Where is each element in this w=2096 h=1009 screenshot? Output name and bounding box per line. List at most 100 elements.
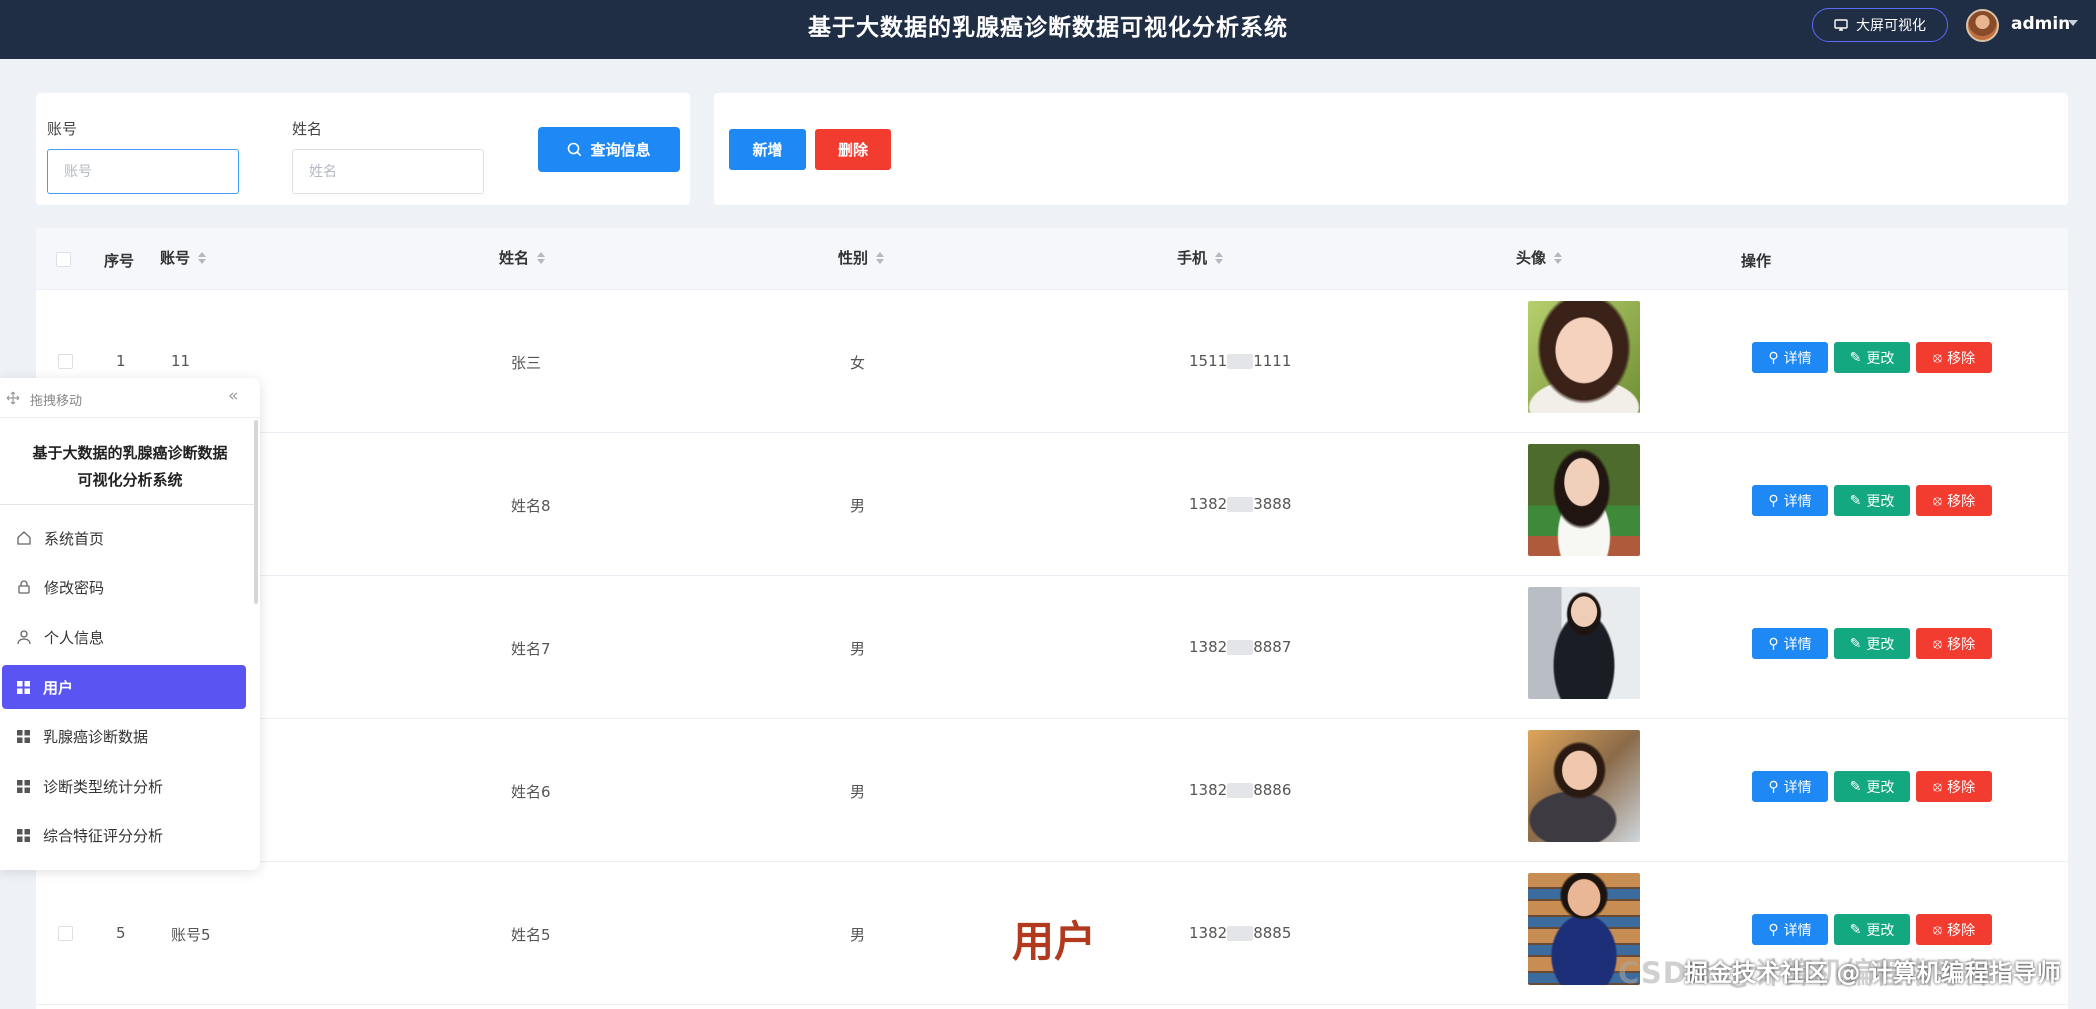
search-icon [568,142,582,157]
circle-close-icon: ⦻ [1932,635,1943,652]
menu-item-feature-score-analysis[interactable]: 综合特征评分分析 [2,813,246,857]
bigscreen-label: 大屏可视化 [1856,18,1926,34]
row-account: 账号5 [171,926,211,944]
add-button[interactable]: 新增 [729,129,806,170]
grid-icon [17,828,30,842]
row-index: 1 [116,352,126,370]
user-photo [1528,444,1640,556]
edit-button[interactable]: ✎ 更改 [1834,342,1910,373]
grid-icon [17,680,30,694]
remove-button[interactable]: ⦻ 移除 [1916,485,1992,516]
row-divider [36,432,2068,433]
query-label: 查询信息 [590,141,651,159]
remove-button[interactable]: ⦻ 移除 [1916,628,1992,659]
grid-icon [17,729,30,743]
detail-button[interactable]: ⚲ 详情 [1752,485,1828,516]
column-header-name[interactable]: 姓名 [499,247,546,268]
action-panel [714,93,2068,205]
menu-title: 基于大数据的乳腺癌诊断数据 可视化分析系统 [32,444,228,489]
home-icon [17,531,31,545]
avatar[interactable] [1966,9,1999,42]
sort-icon[interactable] [1554,251,1563,264]
video-caption: 用户 [1012,917,1097,966]
search-icon: ⚲ [1768,492,1779,509]
name-label: 姓名 [292,120,323,138]
detail-button[interactable]: ⚲ 详情 [1752,628,1828,659]
user-photo [1528,730,1640,842]
row-gender: 男 [850,783,866,801]
column-header-account[interactable]: 账号 [160,247,207,268]
menu-item-diagnosis-data[interactable]: 乳腺癌诊断数据 [2,714,246,758]
row-checkbox[interactable] [58,926,73,941]
row-phone: 1382 8885 [1189,924,1292,942]
column-header-avatar[interactable]: 头像 [1516,247,1563,268]
move-icon[interactable] [6,391,20,405]
row-gender: 男 [850,497,866,515]
system-title: 基于大数据的乳腺癌诊断数据可视化分析系统 [808,15,1288,41]
delete-button[interactable]: 删除 [815,129,891,170]
edit-button[interactable]: ✎ 更改 [1834,771,1910,802]
user-photo [1528,301,1640,413]
search-icon: ⚲ [1768,635,1779,652]
circle-close-icon: ⦻ [1932,349,1943,366]
select-all-checkbox[interactable] [56,252,71,267]
column-header-gender[interactable]: 性别 [838,247,885,268]
bigscreen-button[interactable]: 大屏可视化 [1812,8,1948,42]
sort-icon[interactable] [537,251,546,264]
account-input[interactable] [47,149,239,194]
pencil-icon: ✎ [1849,635,1862,652]
collapse-icon[interactable]: « [228,386,238,406]
username-label[interactable]: admin [2011,14,2070,34]
drag-label: 拖拽移动 [30,394,83,409]
row-phone: 1511 1111 [1189,352,1292,370]
menu-item-diagnosis-type-stats[interactable]: 诊断类型统计分析 [2,764,246,808]
circle-close-icon: ⦻ [1932,492,1943,509]
row-name: 姓名5 [511,926,551,944]
sort-icon[interactable] [198,251,207,264]
row-gender: 男 [850,640,866,658]
user-photo [1528,587,1640,699]
sort-icon[interactable] [1215,251,1224,264]
edit-button[interactable]: ✎ 更改 [1834,914,1910,945]
caret-down-icon[interactable] [2068,20,2078,26]
search-icon: ⚲ [1768,778,1779,795]
row-checkbox[interactable] [58,354,73,369]
sort-icon[interactable] [876,251,885,264]
menu-item-profile[interactable]: 个人信息 [2,615,246,659]
row-name: 张三 [511,354,542,372]
lock-icon [18,580,30,594]
menu-item-home[interactable]: 系统首页 [2,516,246,560]
detail-button[interactable]: ⚲ 详情 [1752,914,1828,945]
menu-item-change-password[interactable]: 修改密码 [2,565,246,609]
monitor-icon [1834,19,1848,31]
row-divider [36,718,2068,719]
watermark-front: 掘金技术社区 @ 计算机编程指导师 [1684,959,2061,987]
edit-button[interactable]: ✎ 更改 [1834,628,1910,659]
row-name: 姓名6 [511,783,551,801]
menu-divider [0,504,256,505]
edit-button[interactable]: ✎ 更改 [1834,485,1910,516]
column-header-index: 序号 [104,252,135,270]
row-divider [36,575,2068,576]
pencil-icon: ✎ [1849,492,1862,509]
menu-scrollbar[interactable] [254,420,258,604]
row-phone: 1382 8887 [1189,638,1292,656]
detail-button[interactable]: ⚲ 详情 [1752,342,1828,373]
search-icon: ⚲ [1768,349,1779,366]
column-header-phone[interactable]: 手机 [1177,247,1224,268]
menu-item-users[interactable]: 用户 [2,665,246,709]
search-icon: ⚲ [1768,921,1779,938]
row-phone: 1382 8886 [1189,781,1292,799]
name-input[interactable] [292,149,484,194]
remove-button[interactable]: ⦻ 移除 [1916,342,1992,373]
query-button[interactable]: 查询信息 [538,127,680,172]
user-icon [17,630,31,645]
row-gender: 男 [850,926,866,944]
circle-close-icon: ⦻ [1932,778,1943,795]
row-account: 11 [171,352,191,370]
detail-button[interactable]: ⚲ 详情 [1752,771,1828,802]
column-header-actions: 操作 [1741,252,1772,270]
row-divider [36,861,2068,862]
remove-button[interactable]: ⦻ 移除 [1916,771,1992,802]
remove-button[interactable]: ⦻ 移除 [1916,914,1992,945]
